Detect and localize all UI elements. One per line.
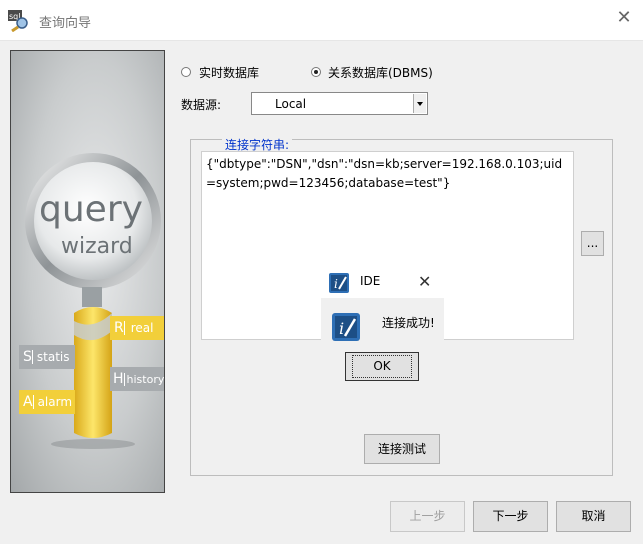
window-title: 查询向导 (39, 16, 92, 31)
ok-button[interactable]: OK (345, 352, 419, 381)
datasource-label: 数据源: (181, 98, 222, 112)
datasource-select[interactable]: Local (251, 92, 428, 115)
tag-history: Hhistory (110, 367, 164, 391)
wizard-illustration: query wizard Rreal Sstatis Hhistory Aala… (10, 50, 165, 493)
svg-text:i: i (339, 319, 344, 338)
tag-statis: Sstatis (19, 345, 75, 369)
tag-real: Rreal (110, 316, 164, 340)
close-icon[interactable]: ✕ (614, 8, 634, 28)
chevron-down-icon[interactable] (413, 94, 426, 113)
browse-button[interactable]: ... (581, 231, 604, 256)
prev-button[interactable]: 上一步 (390, 501, 465, 532)
close-icon[interactable]: ✕ (418, 272, 431, 291)
title-bar: sql 查询向导 ✕ (0, 0, 643, 41)
test-connection-button[interactable]: 连接测试 (364, 434, 440, 464)
art-word-query: query (39, 189, 143, 230)
art-word-wizard: wizard (61, 234, 133, 259)
radio-realtime-label[interactable]: 实时数据库 (199, 64, 259, 81)
cancel-button[interactable]: 取消 (556, 501, 631, 532)
next-button[interactable]: 下一步 (473, 501, 548, 532)
radio-relational-label[interactable]: 关系数据库(DBMS) (328, 64, 433, 81)
message-box-body: i 连接成功! (321, 298, 444, 342)
message-text: 连接成功! (382, 316, 435, 330)
radio-realtime-db[interactable] (181, 67, 191, 77)
tag-alarm: Aalarm (19, 390, 75, 414)
info-icon: i (331, 312, 361, 342)
ide-app-icon: i (328, 272, 350, 294)
svg-text:i: i (334, 277, 338, 291)
sql-app-icon: sql (7, 8, 31, 33)
message-box-header: i IDE ✕ (321, 266, 444, 298)
message-box-title: IDE (360, 274, 381, 288)
datasource-value: Local (275, 97, 307, 111)
radio-relational-db[interactable] (311, 67, 321, 77)
ok-button-label: OK (352, 355, 412, 378)
